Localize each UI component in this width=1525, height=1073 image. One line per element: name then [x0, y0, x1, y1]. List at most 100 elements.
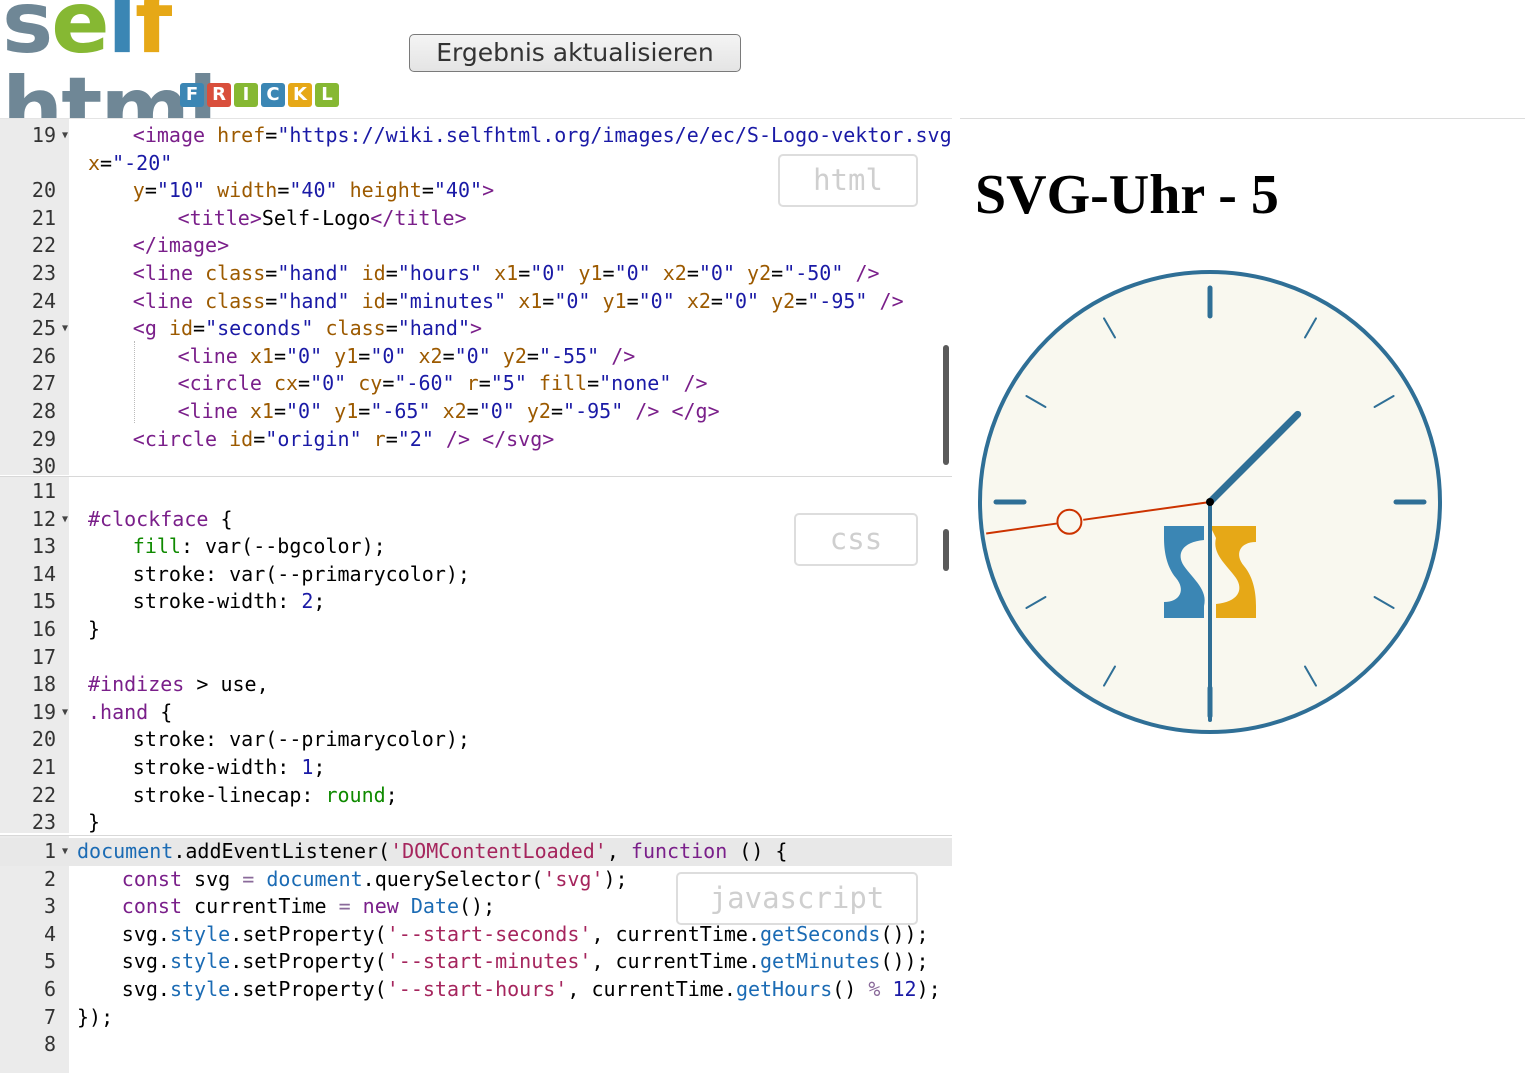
- code-line[interactable]: 19 ▼ <image href="https://wiki.selfhtml.or…: [0, 122, 952, 150]
- logo-tile: R: [207, 83, 231, 107]
- code-line[interactable]: 21 stroke-width: 1;: [0, 754, 952, 782]
- code-line[interactable]: 16}: [0, 616, 952, 644]
- line-number: 21: [31, 755, 56, 779]
- html-editor[interactable]: 19 ▼ <image href="https://wiki.selfhtml.or…: [0, 118, 952, 475]
- line-number: 14: [31, 561, 56, 586]
- code-line[interactable]: 22 stroke-linecap: round;: [0, 782, 952, 810]
- code-line[interactable]: 19 ▼ .hand {: [0, 699, 952, 727]
- line-number: 26: [31, 343, 56, 368]
- code-text: });: [77, 1004, 114, 1029]
- code-text: }: [88, 810, 101, 833]
- code-line[interactable]: 28 <line x1="0" y1="-65" x2="0" y2="-95" …: [0, 398, 952, 426]
- page-title: SVG-Uhr - 5: [975, 164, 1279, 226]
- code-text: #clockface {: [88, 506, 233, 531]
- code-line[interactable]: 20 stroke: var(--primarycolor);: [0, 726, 952, 754]
- code-text: const currentTime = new Date();: [121, 894, 496, 919]
- code-line[interactable]: 7});: [0, 1004, 952, 1032]
- code-line[interactable]: 1 ▼ document.addEventListener('DOMContentL…: [0, 838, 952, 866]
- code-line[interactable]: 21 <title>Self-Logo</title>: [0, 205, 952, 233]
- line-number: 4: [43, 921, 56, 946]
- code-line[interactable]: 17: [0, 644, 952, 672]
- line-number: 15: [31, 589, 56, 614]
- fold-arrow-icon[interactable]: ▼: [62, 699, 68, 727]
- line-number: 29: [31, 426, 56, 451]
- css-editor[interactable]: 11 12 ▼ #clockface {13 fill: var(--bgcolor);…: [0, 476, 952, 833]
- update-result-button[interactable]: Ergebnis aktualisieren: [409, 34, 741, 72]
- code-line[interactable]: 15 stroke-width: 2;: [0, 588, 952, 616]
- logo-letter: f: [135, 0, 172, 73]
- code-text: stroke: var(--primarycolor);: [132, 727, 470, 752]
- line-number: 8: [43, 1032, 56, 1057]
- clock-origin: [1206, 498, 1214, 506]
- code-text: const svg = document.querySelector('svg'…: [121, 866, 628, 891]
- line-number: 16: [31, 617, 56, 641]
- code-text: x="-20": [88, 150, 173, 175]
- result-preview: SVG-Uhr - 5: [960, 118, 1525, 1073]
- code-line[interactable]: 29 <circle id="origin" r="2" /> </svg>: [0, 426, 952, 454]
- line-number: 2: [43, 866, 56, 891]
- fold-arrow-icon[interactable]: ▼: [62, 315, 68, 343]
- javascript-pane-label: javascript: [676, 872, 918, 925]
- code-text: <line x1="0" y1="-65" x2="0" y2="-95" />…: [177, 399, 720, 423]
- code-text: stroke-linecap: round;: [132, 782, 398, 807]
- line-number: 20: [31, 727, 56, 752]
- code-text: <line x1="0" y1="0" x2="0" y2="-55" />: [177, 343, 636, 368]
- code-text: stroke-width: 1;: [132, 755, 326, 779]
- code-line[interactable]: 18 #indizes > use,: [0, 671, 952, 699]
- html-scrollbar[interactable]: [943, 345, 949, 465]
- code-text: .hand {: [88, 699, 173, 724]
- line-number: 19: [31, 123, 56, 147]
- code-text: fill: var(--bgcolor);: [132, 534, 386, 559]
- line-number: 7: [43, 1004, 56, 1029]
- code-line[interactable]: 27 <circle cx="0" cy="-60" r="5" fill="no…: [0, 370, 952, 398]
- line-number: 3: [43, 894, 56, 919]
- fold-arrow-icon[interactable]: ▼: [62, 506, 68, 534]
- code-line[interactable]: 8: [0, 1031, 952, 1059]
- line-number: 23: [31, 810, 56, 833]
- line-number: 22: [31, 782, 56, 807]
- code-line[interactable]: 26 <line x1="0" y1="0" x2="0" y2="-55" />: [0, 343, 952, 371]
- line-number: 24: [31, 288, 56, 313]
- logo-letter: l: [107, 0, 138, 73]
- line-number: 5: [43, 949, 56, 974]
- code-text: <line class="hand" id="hours" x1="0" y1=…: [132, 261, 880, 285]
- line-number: 11: [31, 479, 56, 503]
- logo-tile: K: [288, 83, 312, 107]
- line-number: 1: [43, 839, 56, 863]
- code-line[interactable]: 23}: [0, 809, 952, 833]
- code-line[interactable]: 30: [0, 453, 952, 475]
- fold-arrow-icon[interactable]: ▼: [62, 122, 68, 150]
- logo-tile: F: [180, 83, 204, 107]
- javascript-editor[interactable]: 1 ▼ document.addEventListener('DOMContentL…: [0, 835, 952, 1073]
- line-number: 27: [31, 371, 56, 396]
- line-number: 28: [31, 399, 56, 423]
- code-text: <line class="hand" id="minutes" x1="0" y…: [132, 288, 904, 313]
- code-line[interactable]: 24 <line class="hand" id="minutes" x1="0"…: [0, 288, 952, 316]
- css-pane-label: css: [794, 513, 918, 566]
- logo-letter: e: [51, 0, 109, 73]
- line-number: 18: [31, 672, 56, 697]
- logo-frickl: FRICKL: [180, 83, 339, 107]
- css-scrollbar[interactable]: [943, 529, 949, 571]
- code-text: <image href="https://wiki.selfhtml.org/i…: [132, 123, 952, 147]
- code-line[interactable]: 6 svg.style.setProperty('--start-hours', …: [0, 976, 952, 1004]
- line-number: 13: [31, 534, 56, 559]
- code-text: <circle id="origin" r="2" /> </svg>: [132, 426, 555, 451]
- code-line[interactable]: 23 <line class="hand" id="hours" x1="0" y…: [0, 260, 952, 288]
- code-text: <g id="seconds" class="hand">: [132, 316, 483, 341]
- line-number: 25: [31, 316, 56, 341]
- code-text: <title>Self-Logo</title>: [177, 205, 467, 230]
- line-number: 12: [31, 506, 56, 531]
- code-line[interactable]: 11: [0, 478, 952, 506]
- line-number: 20: [31, 178, 56, 203]
- code-line[interactable]: 25 ▼ <g id="seconds" class="hand">: [0, 315, 952, 343]
- line-number: 6: [43, 977, 56, 1001]
- line-number: 21: [31, 205, 56, 230]
- code-line[interactable]: 5 svg.style.setProperty('--start-minutes'…: [0, 948, 952, 976]
- fold-arrow-icon[interactable]: ▼: [62, 838, 68, 866]
- selfhtml-logo[interactable]: selfhtml FRICKL: [0, 0, 370, 152]
- indent-guide: [134, 341, 135, 423]
- code-text: stroke: var(--primarycolor);: [132, 561, 470, 586]
- code-line[interactable]: 22 </image>: [0, 232, 952, 260]
- code-text: y="10" width="40" height="40">: [132, 178, 495, 203]
